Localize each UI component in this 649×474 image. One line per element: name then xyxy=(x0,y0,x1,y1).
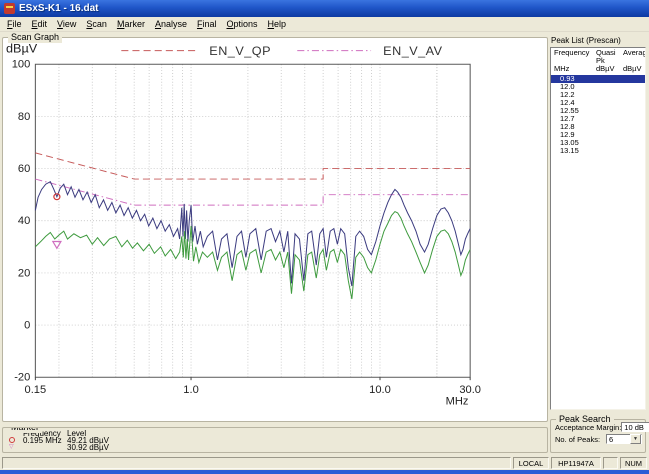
peak-list: Frequency Quasi Pk Average MHz dBµV dBµV… xyxy=(550,47,646,410)
menu-item-help[interactable]: Help xyxy=(263,19,292,29)
peak-list-title: Peak List (Prescan) xyxy=(551,36,649,45)
marker-level-header: Level xyxy=(67,430,547,437)
menu-item-view[interactable]: View xyxy=(52,19,81,29)
column-header-frequency: Frequency xyxy=(552,49,596,65)
menu-item-file[interactable]: File xyxy=(2,19,27,29)
y-tick-label: 40 xyxy=(18,215,30,227)
window-title: ESxS-K1 - 16.dat xyxy=(19,3,98,14)
menu-bar: FileEditViewScanMarkerAnalyseFinalOption… xyxy=(0,17,649,32)
no-of-peaks-value: 6 xyxy=(607,435,630,444)
status-pane-device: HP11947A xyxy=(551,457,601,469)
trace-quasi-peak-scan xyxy=(35,182,470,286)
status-pane-small xyxy=(603,457,618,469)
y-tick-label: 0 xyxy=(24,320,30,332)
marker2-frequency xyxy=(23,444,67,451)
trace-average-scan xyxy=(35,212,470,299)
x-tick-label: 30.0 xyxy=(459,384,481,396)
marker-table: Frequency Level 0.195 MHz 49.21 dBµV ▽ 3… xyxy=(3,428,547,451)
marker2-triangle-down-icon xyxy=(53,242,61,249)
plot-border xyxy=(35,64,470,377)
legend-label-en_v_qp: EN_V_QP xyxy=(209,44,271,58)
menu-item-marker[interactable]: Marker xyxy=(112,19,150,29)
column-unit-frequency: MHz xyxy=(552,65,596,73)
client-area: Scan Graph EN_V_QPEN_V_AVdBµV10080604020… xyxy=(0,32,649,456)
scan-chart[interactable]: EN_V_QP EN_V_AV dBµV 100 80 60 40 20 0 -200.15 1.0… xyxy=(3,38,547,421)
marker1-frequency: 0.195 MHz xyxy=(23,437,67,444)
column-header-quasi-pk: Quasi Pk xyxy=(596,49,623,65)
status-pane-num: NUM xyxy=(620,457,647,469)
acceptance-margin-input[interactable] xyxy=(621,422,649,432)
trace-EN_V_AV-limit xyxy=(35,179,470,205)
menu-item-scan[interactable]: Scan xyxy=(81,19,112,29)
y-tick-label: 100 xyxy=(12,59,31,71)
graph-column: Scan Graph EN_V_QP EN_V_AV dBµV 100 80 60 40 20… xyxy=(0,32,550,456)
y-tick-label: 80 xyxy=(18,111,30,123)
app-window: ESxS-K1 - 16.dat FileEditViewScanMarkerA… xyxy=(0,0,649,474)
menu-item-analyse[interactable]: Analyse xyxy=(150,19,192,29)
marker-panel-label: Marker xyxy=(8,427,42,433)
scan-graph-label: Scan Graph xyxy=(8,32,62,43)
y-tick-label: 20 xyxy=(18,268,30,280)
x-tick-label: 10.0 xyxy=(369,384,391,396)
marker1-level: 49.21 dBµV xyxy=(67,437,547,444)
no-of-peaks-label: No. of Peaks: xyxy=(555,435,606,444)
peak-list-header: Frequency Quasi Pk Average MHz dBµV dBµV xyxy=(551,48,645,75)
peak-search-panel: Peak Search Acceptance Margin: No. of Pe… xyxy=(550,419,646,453)
title-bar[interactable]: ESxS-K1 - 16.dat xyxy=(0,0,649,17)
marker-panel: Marker Frequency Level 0.195 MHz 49.21 d… xyxy=(2,427,548,453)
x-tick-label: 1.0 xyxy=(183,384,198,396)
status-pane-local: LOCAL xyxy=(513,457,549,469)
peak-search-label: Peak Search xyxy=(556,414,614,425)
menu-item-edit[interactable]: Edit xyxy=(27,19,53,29)
marker2-level: 30.92 dBµV xyxy=(67,444,547,451)
no-of-peaks-dropdown[interactable]: 6 ▼ xyxy=(606,434,642,444)
peak-list-row[interactable]: 13.15 xyxy=(551,147,645,155)
legend-label-en_v_av: EN_V_AV xyxy=(383,44,443,58)
marker2-triangle-down-icon: ▽ xyxy=(9,444,23,451)
scan-graph-panel: Scan Graph EN_V_QPEN_V_AVdBµV10080604020… xyxy=(2,37,548,422)
chevron-down-icon[interactable]: ▼ xyxy=(630,434,641,444)
column-header-average: Average xyxy=(623,49,646,65)
status-bar: LOCAL HP11947A NUM xyxy=(0,456,649,470)
window-bottom-border xyxy=(0,470,649,474)
peak-column: Peak List (Prescan) Frequency Quasi Pk A… xyxy=(550,32,649,456)
y-axis-unit-label: dBµV xyxy=(6,42,38,56)
marker1-circle-icon xyxy=(9,437,23,444)
y-tick-label: 60 xyxy=(18,163,30,175)
x-axis-unit-label: MHz xyxy=(446,396,469,408)
trace-EN_V_QP-limit xyxy=(35,153,470,179)
menu-item-options[interactable]: Options xyxy=(222,19,263,29)
menu-item-final[interactable]: Final xyxy=(192,19,222,29)
y-tick-label: -20 xyxy=(14,372,30,384)
app-icon xyxy=(4,3,15,14)
column-unit-average: dBµV xyxy=(623,65,644,73)
peak-list-rows: 0.9312.012.212.412.5512.712.812.913.0513… xyxy=(551,75,645,155)
column-unit-quasi-pk: dBµV xyxy=(596,65,623,73)
x-tick-label: 0.15 xyxy=(25,384,47,396)
status-pane-message xyxy=(2,457,511,469)
